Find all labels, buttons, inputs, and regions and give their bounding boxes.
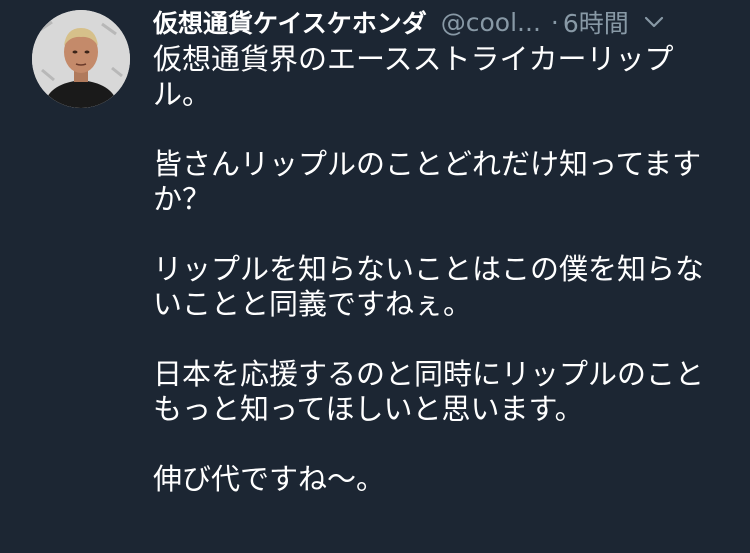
tweet[interactable]: 仮想通貨ケイスケホンダ @cool... · 6時間 仮想通貨界のエースストライ…: [0, 0, 750, 553]
tweet-timestamp[interactable]: 6時間: [563, 4, 629, 40]
tweet-paragraph: 皆さんリップルのことどれだけ知ってます か？: [153, 147, 702, 216]
separator-dot: ·: [550, 7, 559, 37]
tweet-paragraph: 伸び代ですね〜。: [153, 462, 386, 496]
tweet-paragraph: リップルを知らないことはこの僕を知らな いことと同義ですねぇ。: [153, 252, 705, 321]
author-name[interactable]: 仮想通貨ケイスケホンダ: [153, 4, 427, 40]
tweet-paragraph: 仮想通貨界のエースストライカーリップ ル。: [153, 42, 674, 111]
chevron-down-icon[interactable]: [643, 11, 665, 33]
tweet-text: 仮想通貨界のエースストライカーリップ ル。 皆さんリップルのことどれだけ知ってま…: [153, 42, 733, 497]
tweet-paragraph: 日本を応援するのと同時にリップルのこと もっと知ってほしいと思います。: [153, 357, 705, 426]
avatar-photo: [32, 10, 130, 108]
author-handle[interactable]: @cool...: [441, 8, 541, 37]
avatar[interactable]: [32, 10, 130, 108]
tweet-header: 仮想通貨ケイスケホンダ @cool... · 6時間: [153, 4, 733, 40]
